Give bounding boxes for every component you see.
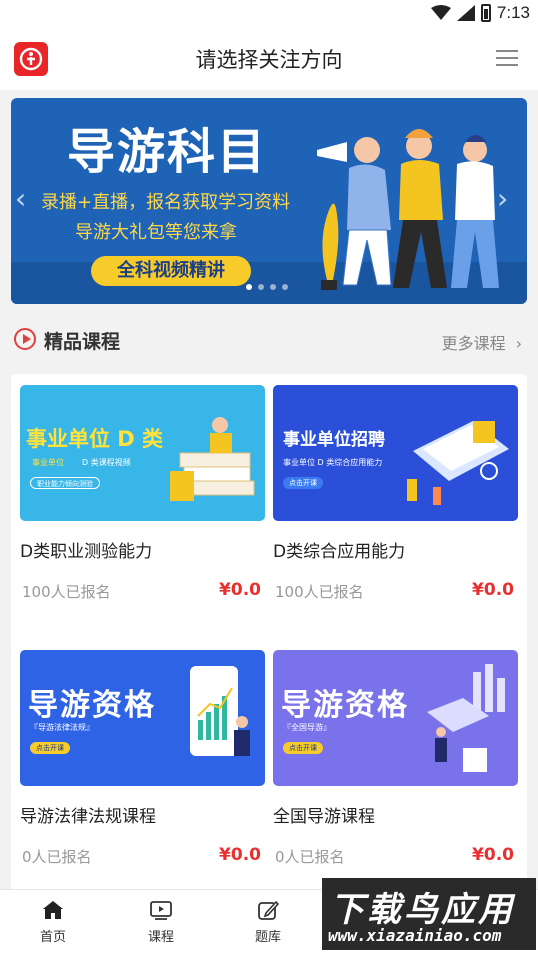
banner-title: 导游科目 [67, 124, 268, 180]
signal-icon [456, 5, 475, 21]
course-price: ¥0.0 [219, 845, 261, 865]
thumb-pill: 点击开课 [283, 742, 323, 754]
course-name: 导游法律法规课程 [20, 807, 156, 827]
video-icon [126, 898, 196, 922]
course-price: ¥0.0 [219, 580, 261, 600]
banner-pill: 全科视频精讲 [91, 256, 251, 286]
nav-item-home[interactable]: 首页 [18, 898, 88, 945]
phone-chart-illustration [190, 666, 250, 756]
carousel-dot[interactable] [258, 284, 264, 290]
enrollment-count: 0人已报名 [275, 848, 345, 866]
nav-item-courses[interactable]: 课程 [126, 898, 196, 945]
thumb-sub: 事业单位 D 类综合应用能力 [283, 458, 383, 467]
course-card[interactable]: 导游资格 『全国导游』 点击开课 全国导游课程 0人已报名 ¥0.0 [273, 650, 518, 880]
course-price: ¥0.0 [472, 580, 514, 600]
course-thumbnail: 导游资格 『全国导游』 点击开课 [273, 650, 518, 786]
course-name: D类职业测验能力 [20, 542, 153, 562]
course-thumbnail: 事业单位 D 类 事业单位 D 类课程视频 职业能力倾向测验 [20, 385, 265, 521]
status-icons: 7:13 [430, 3, 530, 23]
nav-item-question-bank[interactable]: 题库 [233, 898, 303, 945]
carousel-prev-icon[interactable]: ‹ [15, 185, 35, 213]
course-thumbnail: 导游资格 『导游法律法规』 点击开课 [20, 650, 265, 786]
thumb-sub: D 类课程视频 [82, 458, 131, 467]
chevron-right-icon: › [515, 334, 522, 353]
app-header: 请选择关注方向 [0, 28, 538, 90]
thumb-title: 事业单位招聘 [283, 430, 385, 450]
banner-carousel[interactable]: 导游科目 录播+直播，报名获取学习资料 导游大礼包等您来拿 全科视频精讲 ‹ › [11, 98, 527, 304]
nav-label: 首页 [39, 930, 66, 945]
thumb-pill: 点击开课 [30, 742, 70, 754]
course-card[interactable]: 导游资格 『导游法律法规』 点击开课 导游法律法规课程 0人已报名 ¥0.0 [20, 650, 265, 880]
status-time: 7:13 [496, 3, 530, 22]
menu-icon[interactable] [496, 50, 518, 68]
course-card[interactable]: 事业单位招聘 事业单位 D 类综合应用能力 点击开课 D类综合应用能力 100人… [273, 385, 518, 615]
thumb-sub: 事业单位 [32, 458, 64, 467]
wifi-icon [430, 5, 451, 20]
thumb-pill: 点击开课 [283, 477, 323, 489]
thumb-title: 导游资格 [28, 688, 156, 723]
course-grid: 事业单位 D 类 事业单位 D 类课程视频 职业能力倾向测验 D类职业测验能力 … [11, 374, 527, 894]
home-icon [18, 898, 88, 922]
course-thumbnail: 事业单位招聘 事业单位 D 类综合应用能力 点击开课 [273, 385, 518, 521]
thumb-pill: 职业能力倾向测验 [30, 477, 100, 489]
course-price: ¥0.0 [472, 845, 514, 865]
status-bar: 7:13 [0, 0, 538, 28]
carousel-dot[interactable] [270, 284, 276, 290]
enrollment-count: 100人已报名 [22, 583, 111, 601]
nav-label: 课程 [147, 930, 174, 945]
enrollment-count: 100人已报名 [275, 583, 364, 601]
battery-icon [480, 4, 491, 22]
watermark-top: 下载鸟应用 [330, 890, 515, 930]
course-name: 全国导游课程 [273, 807, 375, 827]
carousel-dot[interactable] [282, 284, 288, 290]
section-title: 精品课程 [44, 331, 121, 353]
nav-label: 题库 [254, 930, 281, 945]
carousel-dot[interactable] [246, 284, 252, 290]
thumb-sub: 『全国导游』 [283, 723, 331, 732]
thumb-sub: 『导游法律法规』 [30, 723, 94, 732]
analytics-illustration [427, 664, 505, 772]
carousel-dots [246, 284, 288, 290]
edit-icon [233, 898, 303, 922]
more-courses-label: 更多课程 [441, 334, 506, 353]
watermark-bottom: www.xiazainiao.com [328, 926, 502, 945]
more-courses-link[interactable]: 更多课程 › [442, 330, 522, 354]
course-card[interactable]: 事业单位 D 类 事业单位 D 类课程视频 职业能力倾向测验 D类职业测验能力 … [20, 385, 265, 615]
books-illustration [170, 417, 255, 501]
course-name: D类综合应用能力 [273, 542, 406, 562]
laptop-illustration [407, 421, 509, 505]
page-title: 请选择关注方向 [195, 48, 343, 72]
section-header: 精品课程 更多课程 › [0, 316, 538, 364]
watermark-logo: 下载鸟应用 www.xiazainiao.com [322, 878, 536, 950]
enrollment-count: 0人已报名 [22, 848, 92, 866]
thumb-title: 导游资格 [281, 688, 409, 723]
banner-line1: 录播+直播，报名获取学习资料 [41, 192, 291, 213]
play-circle-icon [14, 328, 36, 350]
banner-line2: 导游大礼包等您来拿 [75, 222, 237, 243]
banner-illustration [317, 129, 499, 290]
thumb-title: 事业单位 D 类 [26, 427, 164, 451]
